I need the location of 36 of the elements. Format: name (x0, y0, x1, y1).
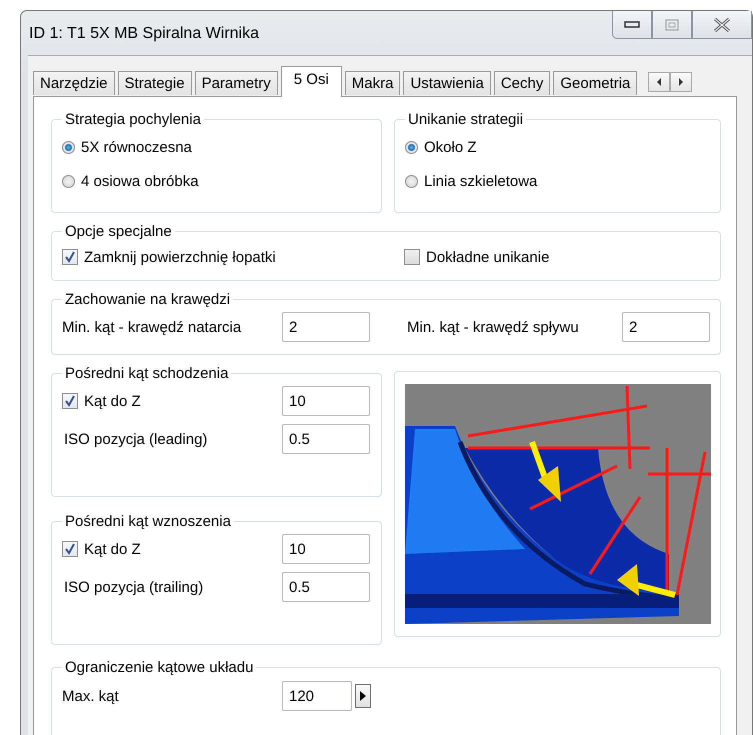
tab[interactable]: Makra (344, 71, 400, 95)
group-title: Opcje specjalne (64, 223, 173, 240)
group-title: Pośredni kąt wznoszenia (64, 513, 232, 530)
field-label: ISO pozycja (leading) (63, 430, 208, 448)
checkbox-label: Kąt do Z (84, 392, 141, 410)
text-field[interactable]: 0.5 (282, 572, 370, 602)
checkbox-label: Zamknij powierzchnię łopatki (84, 248, 276, 266)
radio-label: Około Z (424, 138, 477, 156)
field-label: Min. kąt - krawędź natarcia (62, 318, 242, 336)
text-field[interactable]: 10 (282, 386, 370, 416)
group-title: Pośredni kąt schodzenia (64, 365, 230, 382)
text-field[interactable]: 2 (282, 312, 370, 342)
tab[interactable]: Narzędzie (33, 71, 115, 95)
text-field[interactable]: 10 (282, 534, 370, 564)
tab[interactable]: 5 Osi (280, 66, 342, 97)
group-title: Unikanie strategii (407, 111, 524, 128)
field-label: ISO pozycja (trailing) (63, 578, 204, 596)
tab[interactable]: Cechy (494, 71, 550, 95)
tab[interactable]: Strategie (118, 71, 192, 95)
tab[interactable]: Ustawienia (403, 71, 491, 95)
text-field[interactable]: 2 (622, 312, 710, 342)
text-field[interactable]: 0.5 (282, 424, 370, 454)
radio-label: Linia szkieletowa (424, 172, 538, 190)
field-label: Max. kąt (62, 688, 120, 704)
tab[interactable]: Geometria (553, 71, 638, 95)
checkbox-label: Kąt do Z (84, 540, 141, 558)
radio-label: 5X równoczesna (81, 138, 192, 156)
group-title: Ograniczenie kątowe układu (64, 659, 254, 676)
window-title: ID 1: T1 5X MB Spiralna Wirnika (28, 25, 260, 43)
radio-label: 4 osiowa obróbka (81, 172, 199, 190)
text-field[interactable]: 120 (282, 681, 352, 711)
group-title: Strategia pochylenia (64, 111, 202, 128)
field-label: Min. kąt - krawędź spływu (406, 318, 580, 336)
tab[interactable]: Parametry (194, 71, 278, 95)
checkbox-label: Dokładne unikanie (426, 248, 550, 266)
group-title: Zachowanie na krawędzi (64, 291, 232, 308)
